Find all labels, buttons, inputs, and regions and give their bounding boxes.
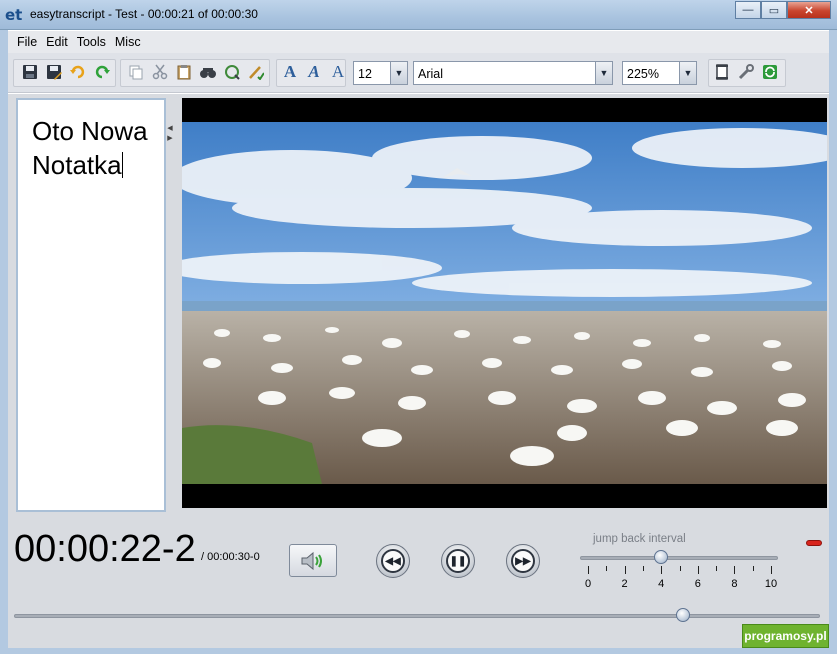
scale-tick [606, 566, 608, 571]
editor-line-2-text: Notatka [32, 150, 122, 180]
settings-wrench-icon[interactable] [736, 62, 756, 82]
text-caret [121, 152, 123, 178]
window-frame-right [829, 30, 837, 654]
app-logo-icon: et [5, 5, 25, 25]
undo-icon[interactable] [68, 62, 88, 82]
volume-button[interactable] [289, 544, 337, 577]
chevron-down-icon: ▼ [679, 62, 696, 84]
scale-tick-label: 10 [764, 578, 778, 590]
cut-icon[interactable] [150, 62, 170, 82]
bold-font-icon[interactable]: A [280, 62, 300, 82]
video-frame-image [182, 98, 827, 508]
scale-tick-label: 2 [621, 578, 628, 590]
video-player[interactable] [182, 98, 827, 508]
menu-misc[interactable]: Misc [115, 35, 141, 49]
scale-tick [642, 566, 644, 571]
menu-edit[interactable]: Edit [46, 35, 68, 49]
player-controls: 00:00:22-2 / 00:00:30-0 ◀◀ ❚❚ ▶▶ jump ba… [8, 514, 829, 648]
scale-tick [679, 566, 681, 571]
scale-tick [697, 566, 699, 574]
replace-icon[interactable] [222, 62, 242, 82]
copy-icon[interactable] [126, 62, 146, 82]
title-bar: et easytranscript - Test - 00:00:21 of 0… [0, 0, 837, 30]
font-family-value: Arial [418, 67, 444, 81]
speaker-icon [301, 551, 322, 570]
pause-icon: ❚❚ [446, 549, 470, 573]
save-icon[interactable] [20, 62, 40, 82]
current-timecode: 00:00:22-2 [14, 528, 196, 570]
scale-tick [752, 566, 754, 571]
scale-tick [624, 566, 626, 574]
panel-splitter[interactable]: ◀ ▶ [166, 124, 174, 154]
window-controls: — ▭ ✕ [735, 1, 831, 19]
total-duration: / 00:00:30-0 [201, 551, 260, 563]
menu-tools[interactable]: Tools [77, 35, 106, 49]
maximize-button[interactable]: ▭ [761, 1, 787, 19]
window-frame-left [0, 30, 8, 654]
redo-icon[interactable] [92, 62, 112, 82]
zoom-select[interactable]: 225% ▼ [622, 61, 697, 85]
fast-forward-icon: ▶▶ [511, 549, 535, 573]
spellcheck-icon[interactable] [246, 62, 266, 82]
refresh-icon[interactable] [760, 62, 780, 82]
main-area: Oto Nowa Notatka ◀ ▶ [8, 94, 829, 514]
scale-tick [661, 566, 663, 574]
pause-button[interactable]: ❚❚ [441, 544, 475, 578]
editor-text: Oto Nowa Notatka [32, 114, 148, 182]
watermark-badge: programosy.pl [742, 624, 829, 648]
scale-tick [771, 566, 772, 574]
rewind-icon: ◀◀ [381, 549, 405, 573]
paste-icon[interactable] [174, 62, 194, 82]
transcript-editor[interactable]: Oto Nowa Notatka [16, 98, 166, 512]
jump-back-label: jump back interval [593, 533, 686, 545]
scale-tick [588, 566, 589, 574]
chevron-down-icon: ▼ [595, 62, 612, 84]
scale-tick-label: 8 [731, 578, 738, 590]
toolbar: A A A 12 ▼ Arial ▼ 225% ▼ [8, 53, 829, 93]
position-slider-track[interactable] [14, 614, 820, 618]
chevron-down-icon: ▼ [390, 62, 407, 84]
scale-tick [734, 566, 736, 574]
font-size-value: 12 [358, 67, 372, 81]
collapse-right-icon[interactable]: ▶ [166, 134, 174, 144]
editor-line-2: Notatka [32, 148, 148, 182]
window-frame-bottom [0, 648, 837, 654]
scale-tick-label: 6 [694, 578, 701, 590]
position-slider-thumb[interactable] [675, 608, 690, 622]
minimize-button[interactable]: — [735, 1, 761, 19]
fast-forward-button[interactable]: ▶▶ [506, 544, 540, 578]
menu-file[interactable]: File [17, 35, 37, 49]
save-as-icon[interactable] [44, 62, 64, 82]
editor-line-1: Oto Nowa [32, 116, 148, 146]
page-icon[interactable] [712, 62, 732, 82]
close-button[interactable]: ✕ [787, 1, 831, 19]
scale-tick [716, 566, 718, 571]
record-indicator [806, 540, 822, 546]
font-family-select[interactable]: Arial ▼ [413, 61, 613, 85]
scale-tick-label: 0 [584, 578, 592, 590]
italic-font-icon[interactable]: A [304, 62, 324, 82]
jump-back-slider-thumb[interactable] [654, 550, 669, 564]
window-title: easytranscript - Test - 00:00:21 of 00:0… [30, 7, 258, 21]
plain-font-icon[interactable]: A [328, 62, 348, 82]
collapse-left-icon[interactable]: ◀ [166, 124, 174, 134]
zoom-value: 225% [627, 67, 659, 81]
jump-back-slider-track[interactable] [580, 556, 778, 560]
app-logo-text: et [5, 6, 23, 24]
rewind-button[interactable]: ◀◀ [376, 544, 410, 578]
scale-tick-label: 4 [658, 578, 665, 590]
find-icon[interactable] [198, 62, 218, 82]
font-size-select[interactable]: 12 ▼ [353, 61, 408, 85]
menu-bar: File Edit Tools Misc [8, 31, 829, 53]
